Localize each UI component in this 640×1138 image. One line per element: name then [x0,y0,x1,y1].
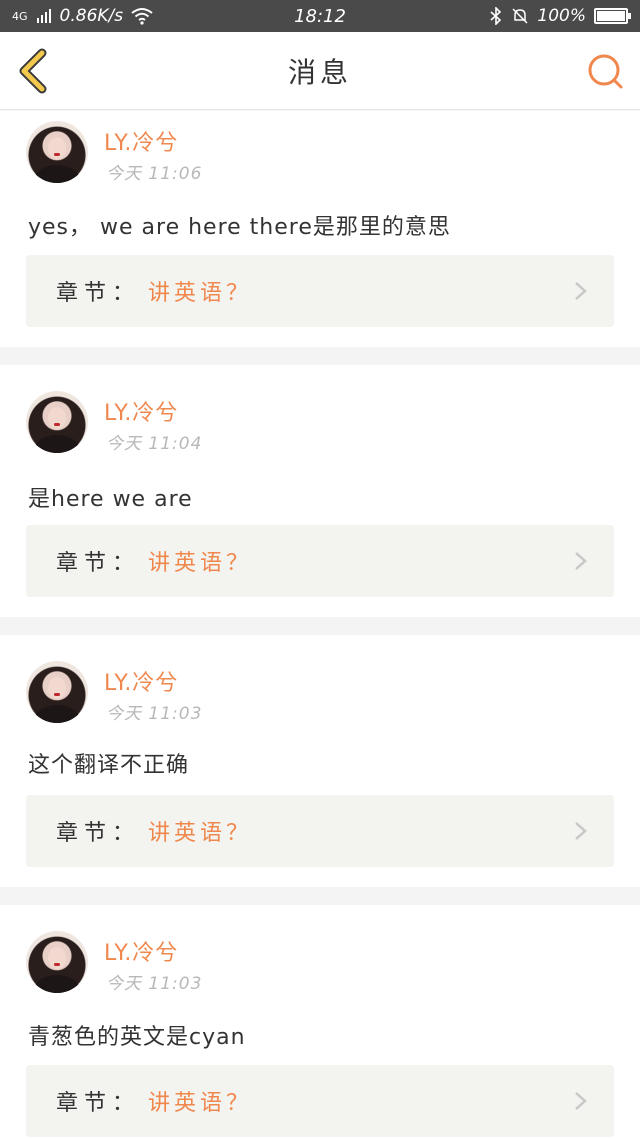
message-card: LY.冷兮 今天 11:03 青葱色的英文是cyan 章节： 讲英语？ [0,905,640,1138]
message-text: yes， we are here there是那里的意思 [28,215,451,240]
wifi-icon [131,8,153,25]
chevron-right-icon [575,282,587,300]
message-text: 是here we are [28,487,193,512]
avatar[interactable] [26,391,88,453]
chevron-right-icon [575,1092,587,1110]
message-card: LY.冷兮 今天 11:06 yes， we are here there是那里… [0,111,640,347]
message-text: 青葱色的英文是cyan [28,1025,246,1050]
status-right: 100% [489,6,631,26]
message-card: LY.冷兮 今天 11:03 这个翻译不正确 章节： 讲英语？ [0,635,640,887]
bluetooth-icon [490,7,502,25]
chapter-link[interactable]: 章节： 讲英语？ [26,1065,614,1137]
chapter-link[interactable]: 章节： 讲英语？ [26,525,614,597]
avatar[interactable] [26,931,88,993]
search-icon [588,54,623,89]
network-speed: 0.86K/s [59,6,124,26]
back-button[interactable] [14,48,54,94]
post-time: 今天 11:06 [106,164,203,184]
avatar[interactable] [26,661,88,723]
avatar[interactable] [26,121,88,183]
search-button[interactable] [586,52,626,92]
battery-fill [597,11,625,21]
chapter-value: 讲英语？ [148,1091,253,1116]
signal-icon [36,9,51,23]
chapter-label: 章节： [56,821,141,846]
network-label: 4G [12,9,28,23]
chapter-value: 讲英语？ [148,551,253,576]
user-name[interactable]: LY.冷兮 [104,125,178,157]
chevron-right-icon [575,552,587,570]
status-left: 4G 0.86K/s [12,6,153,26]
message-feed: LY.冷兮 今天 11:06 yes， we are here there是那里… [0,111,640,1138]
status-time: 18:12 [294,5,346,27]
post-time: 今天 11:04 [106,434,203,454]
message-text: 这个翻译不正确 [28,753,190,778]
battery-icon [594,8,631,24]
page-title: 消息 [287,55,352,89]
mute-bell-icon [512,8,528,24]
user-name[interactable]: LY.冷兮 [104,935,178,967]
nav-bar: 消息 [0,32,640,110]
post-time: 今天 11:03 [106,704,203,724]
post-time: 今天 11:03 [106,974,203,994]
chapter-label: 章节： [56,281,141,306]
chapter-label: 章节： [56,1091,141,1116]
chapter-value: 讲英语？ [148,281,253,306]
chevron-right-icon [575,822,587,840]
user-name[interactable]: LY.冷兮 [104,665,178,697]
battery-percent: 100% [537,6,586,26]
message-card: LY.冷兮 今天 11:04 是here we are 章节： 讲英语？ [0,365,640,617]
user-name[interactable]: LY.冷兮 [104,395,178,427]
chapter-link[interactable]: 章节： 讲英语？ [26,795,614,867]
chapter-link[interactable]: 章节： 讲英语？ [26,255,614,327]
chapter-value: 讲英语？ [148,821,253,846]
status-bar: 4G 0.86K/s 18:12 100% [0,0,640,32]
chevron-left-icon [19,48,47,94]
chapter-label: 章节： [56,551,141,576]
